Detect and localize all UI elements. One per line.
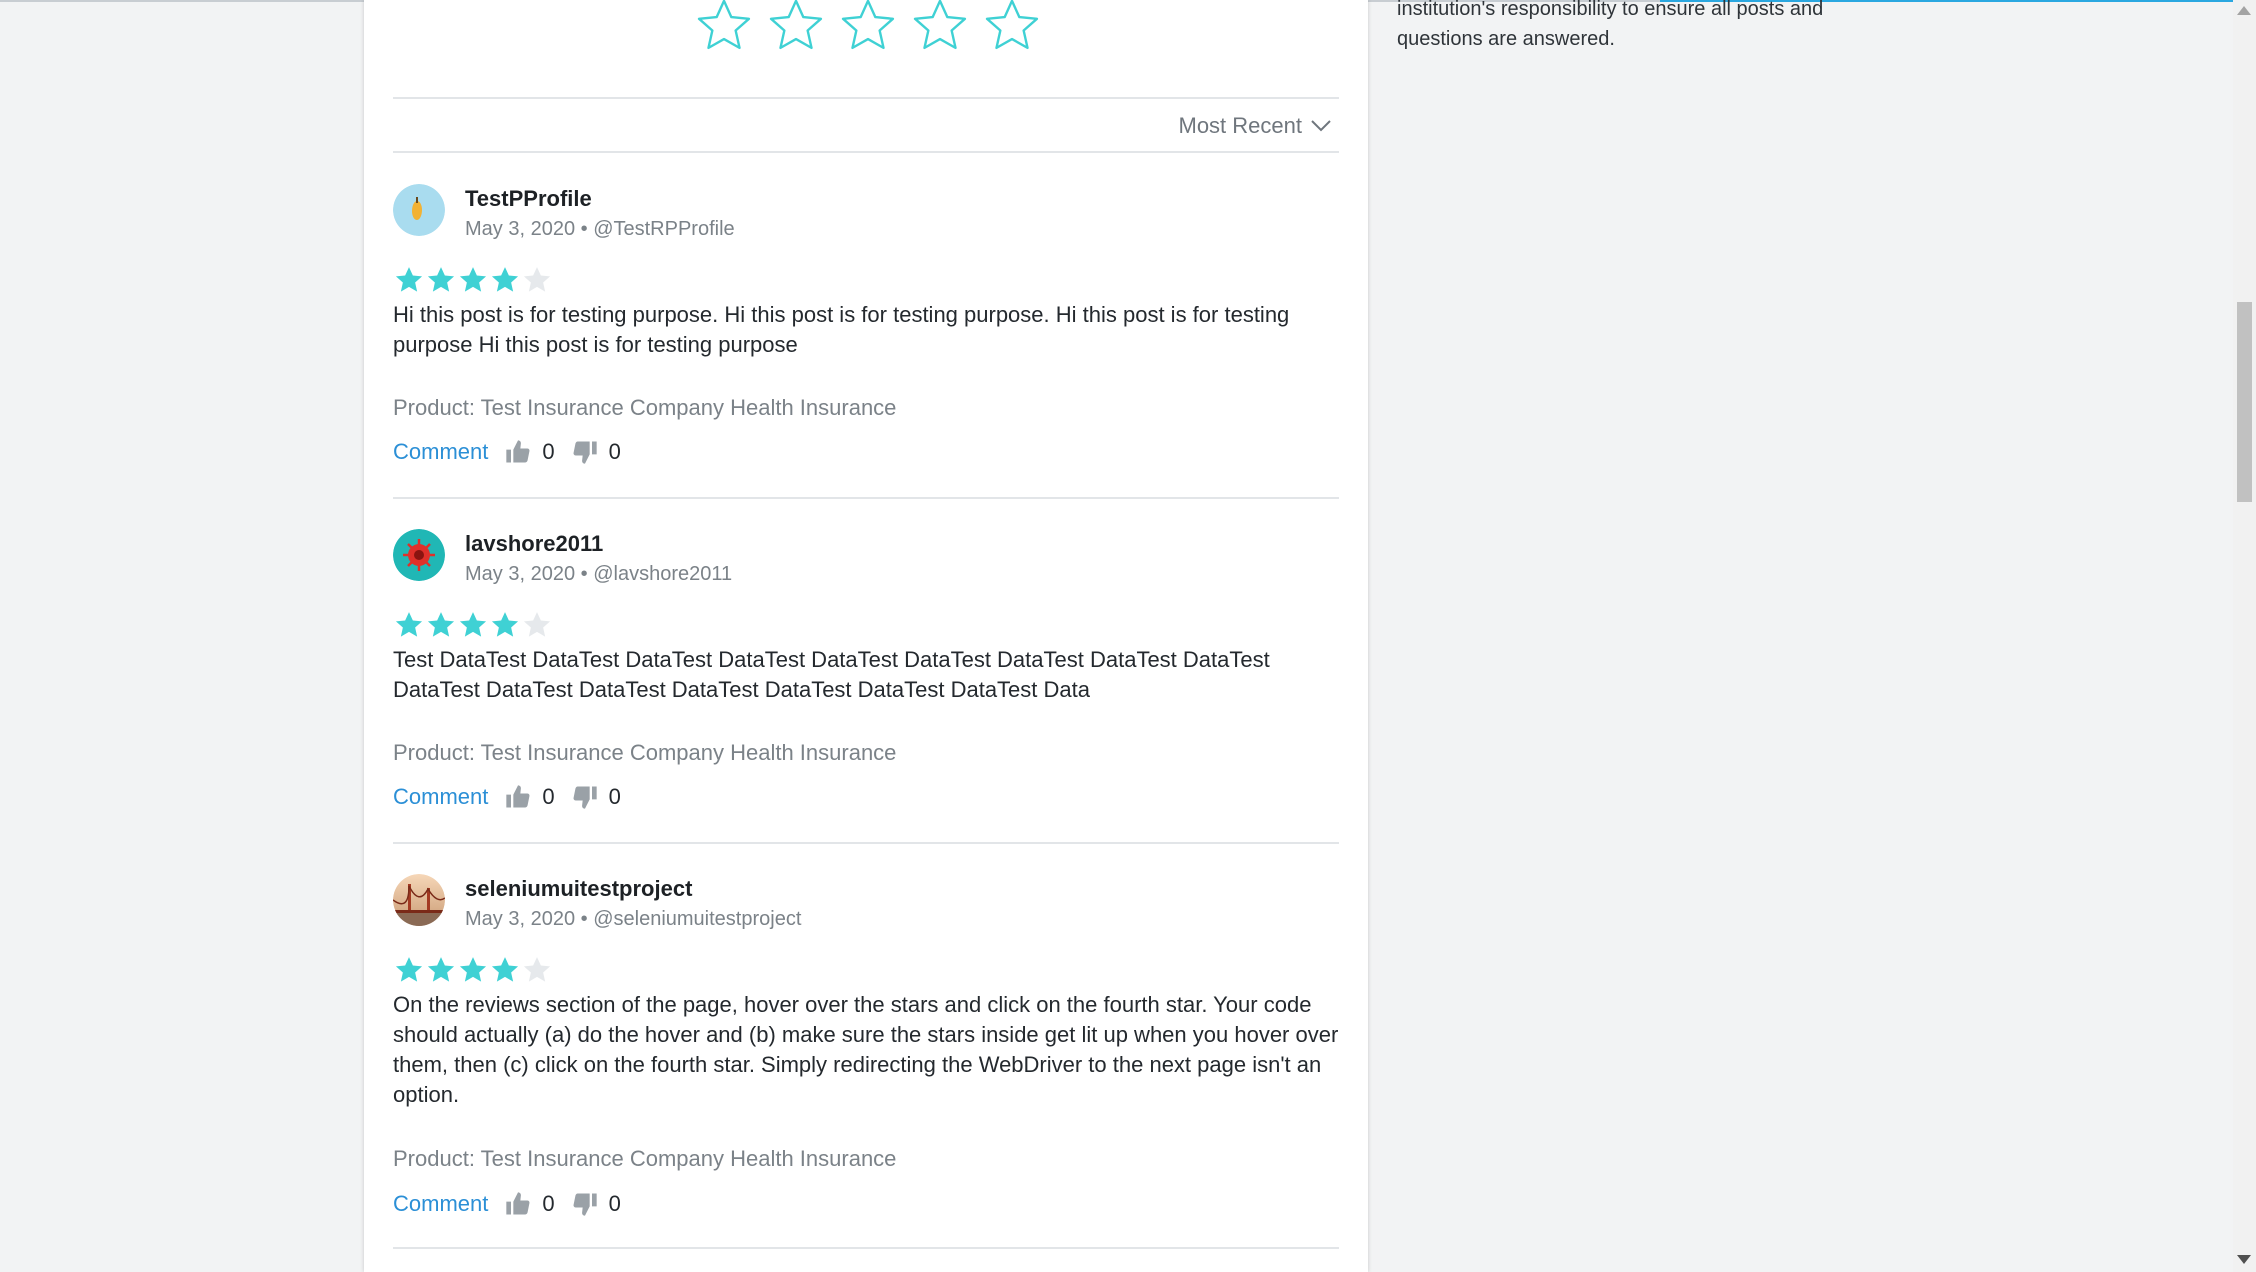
star-empty-icon — [523, 267, 551, 292]
meta-separator: • — [580, 908, 594, 930]
divider — [393, 842, 1339, 844]
divider — [393, 1247, 1339, 1249]
review-date: May 3, 2020 — [465, 563, 576, 585]
side-note-line: institution's responsibility to ensure a… — [1397, 0, 1824, 20]
review-handle[interactable]: @lavshore2011 — [593, 563, 732, 585]
star-filled-icon — [427, 267, 455, 292]
review-username[interactable]: TestPProfile — [465, 186, 592, 212]
review-text: Test DataTest DataTest DataTest DataTest… — [393, 647, 1270, 702]
review-meta: May 3, 2020 • @seleniumuitestproject — [465, 908, 801, 931]
chevron-down-icon — [1311, 120, 1331, 132]
divider — [393, 497, 1339, 499]
star-filled-icon — [427, 957, 455, 982]
thumbs-down-icon — [573, 1193, 597, 1216]
review-actions: Comment 0 0 — [393, 780, 621, 814]
review-handle[interactable]: @seleniumuitestproject — [593, 908, 801, 930]
downvote-button[interactable]: 0 — [571, 438, 621, 466]
side-note: institution's responsibility to ensure a… — [1397, 0, 1877, 54]
review-text: On the reviews section of the page, hove… — [393, 992, 1339, 1107]
star-filled-icon — [459, 267, 487, 292]
review-item: TestPProfile May 3, 2020 • @TestRPProfil… — [393, 184, 1339, 484]
upvote-button[interactable]: 0 — [504, 1190, 555, 1218]
review-text: Hi this post is for testing purpose. Hi … — [393, 302, 1290, 357]
review-meta: May 3, 2020 • @TestRPProfile — [465, 218, 735, 241]
review-item: lavshore2011 May 3, 2020 • @lavshore2011… — [393, 529, 1339, 829]
star-filled-icon — [491, 612, 519, 637]
comment-link[interactable]: Comment — [393, 784, 488, 810]
thumbs-down-icon — [573, 786, 597, 809]
star-filled-icon — [427, 612, 455, 637]
divider — [393, 97, 1339, 99]
downvote-count: 0 — [608, 784, 621, 809]
scroll-down-arrow-icon[interactable] — [2237, 1255, 2251, 1264]
rate-star-2-icon[interactable] — [764, 0, 828, 58]
review-handle[interactable]: @TestRPProfile — [593, 218, 734, 240]
upvote-count: 0 — [542, 439, 555, 464]
comment-link[interactable]: Comment — [393, 1191, 488, 1217]
star-filled-icon — [459, 957, 487, 982]
thumbs-up-icon — [506, 785, 530, 808]
sort-dropdown[interactable]: Most Recent — [1179, 108, 1333, 144]
meta-separator: • — [580, 218, 594, 240]
star-filled-icon — [395, 267, 423, 292]
comment-link[interactable]: Comment — [393, 439, 488, 465]
star-filled-icon — [395, 612, 423, 637]
star-filled-icon — [491, 957, 519, 982]
review-rating — [393, 954, 553, 986]
review-rating — [393, 609, 553, 641]
avatar[interactable] — [393, 874, 445, 926]
star-empty-icon — [523, 957, 551, 982]
review-product: Product: Test Insurance Company Health I… — [393, 395, 897, 420]
downvote-count: 0 — [608, 439, 621, 464]
review-actions: Comment 0 0 — [393, 435, 621, 469]
rate-star-5-icon[interactable] — [980, 0, 1044, 58]
review-date: May 3, 2020 — [465, 218, 576, 240]
upvote-button[interactable]: 0 — [504, 783, 555, 811]
upvote-count: 0 — [542, 784, 555, 809]
scroll-up-arrow-icon[interactable] — [2237, 6, 2251, 15]
thumbs-up-icon — [506, 440, 530, 463]
review-item: seleniumuitestproject May 3, 2020 • @sel… — [393, 874, 1339, 1234]
review-actions: Comment 0 0 — [393, 1187, 621, 1221]
thumbs-down-icon — [573, 441, 597, 464]
star-empty-icon — [523, 612, 551, 637]
downvote-count: 0 — [608, 1191, 621, 1216]
review-product: Product: Test Insurance Company Health I… — [393, 1146, 897, 1171]
rate-star-3-icon[interactable] — [836, 0, 900, 58]
scrollbar[interactable] — [2233, 0, 2256, 1272]
downvote-button[interactable]: 0 — [571, 783, 621, 811]
divider — [393, 151, 1339, 153]
review-product: Product: Test Insurance Company Health I… — [393, 740, 897, 765]
side-note-line: questions are answered. — [1397, 28, 1615, 50]
review-rating — [393, 264, 553, 296]
rate-star-1-icon[interactable] — [692, 0, 756, 58]
meta-separator: • — [580, 563, 594, 585]
avatar[interactable] — [393, 529, 445, 581]
thumbs-up-icon — [506, 1192, 530, 1215]
rate-stars — [692, 0, 1068, 64]
star-filled-icon — [491, 267, 519, 292]
downvote-button[interactable]: 0 — [571, 1190, 621, 1218]
review-username[interactable]: seleniumuitestproject — [465, 876, 692, 902]
rate-star-4-icon[interactable] — [908, 0, 972, 58]
upvote-button[interactable]: 0 — [504, 438, 555, 466]
review-username[interactable]: lavshore2011 — [465, 531, 603, 557]
star-filled-icon — [459, 612, 487, 637]
review-date: May 3, 2020 — [465, 908, 576, 930]
review-meta: May 3, 2020 • @lavshore2011 — [465, 563, 732, 586]
reviews-card: Most Recent TestPProfile May 3, 2020 • @… — [364, 0, 1368, 1272]
avatar[interactable] — [393, 184, 445, 236]
star-filled-icon — [395, 957, 423, 982]
sort-label: Most Recent — [1178, 113, 1303, 138]
scrollbar-thumb[interactable] — [2237, 302, 2252, 502]
upvote-count: 0 — [542, 1191, 555, 1216]
